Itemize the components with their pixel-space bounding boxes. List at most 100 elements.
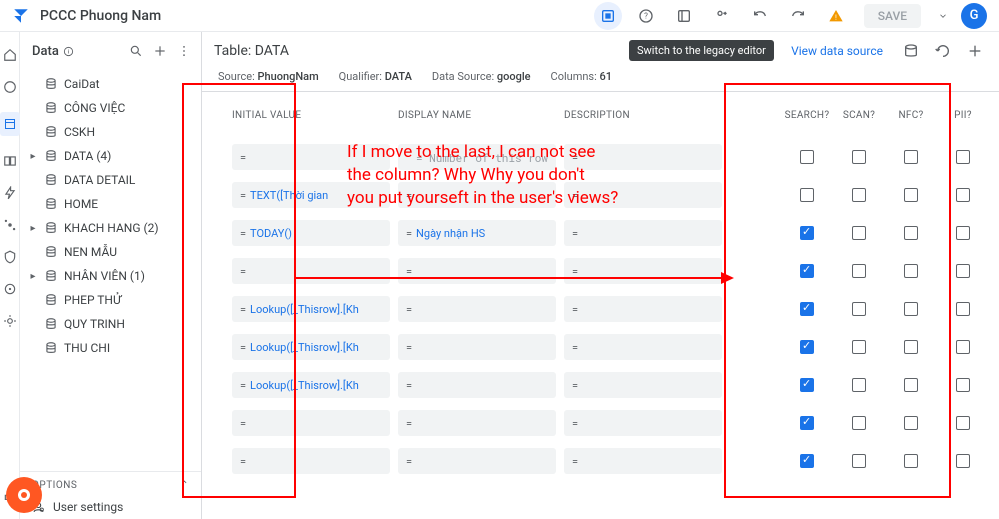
formula-cell[interactable]: =: [232, 410, 390, 436]
nfc-checkbox[interactable]: [885, 264, 937, 278]
sidebar-item[interactable]: NEN MẪU: [20, 240, 201, 264]
nfc-checkbox[interactable]: [885, 378, 937, 392]
more-icon[interactable]: [175, 42, 193, 60]
data-icon[interactable]: [0, 112, 20, 136]
sidebar-item[interactable]: THU CHI: [20, 336, 201, 360]
formula-cell[interactable]: =Lookup([_Thisrow].[Kh: [232, 296, 390, 322]
sidebar-options: OPTIONS⌃ User settings: [20, 471, 201, 519]
formula-cell[interactable]: =: [564, 296, 722, 322]
save-dropdown-icon[interactable]: [935, 2, 951, 30]
actions-icon[interactable]: [3, 186, 17, 200]
save-button[interactable]: SAVE: [864, 4, 921, 28]
formula-cell[interactable]: =Lookup([_Thisrow].[Kh: [232, 334, 390, 360]
options-header[interactable]: OPTIONS⌃: [20, 472, 201, 495]
scan-checkbox[interactable]: [833, 340, 885, 354]
share-icon[interactable]: [708, 2, 736, 30]
search-checkbox[interactable]: [781, 378, 833, 392]
formula-cell[interactable]: =: [232, 258, 390, 284]
refresh-icon[interactable]: [931, 39, 955, 63]
redo-icon[interactable]: [784, 2, 812, 30]
nfc-checkbox[interactable]: [885, 340, 937, 354]
nfc-checkbox[interactable]: [885, 416, 937, 430]
user-avatar[interactable]: G: [961, 3, 987, 29]
user-settings-item[interactable]: User settings: [20, 495, 201, 519]
feedback-badge-icon[interactable]: [6, 477, 42, 513]
sidebar-item[interactable]: ▸KHACH HANG (2): [20, 216, 201, 240]
sidebar-item[interactable]: DATA DETAIL: [20, 168, 201, 192]
nfc-checkbox[interactable]: [885, 454, 937, 468]
intelligence-icon[interactable]: [3, 282, 17, 296]
search-checkbox[interactable]: [781, 454, 833, 468]
nfc-checkbox[interactable]: [885, 302, 937, 316]
sidebar-item[interactable]: QUY TRINH: [20, 312, 201, 336]
undo-icon[interactable]: [746, 2, 774, 30]
search-checkbox[interactable]: [781, 188, 833, 202]
sidebar-item[interactable]: CSKH: [20, 120, 201, 144]
pii-checkbox[interactable]: [937, 378, 989, 392]
scan-checkbox[interactable]: [833, 226, 885, 240]
nfc-checkbox[interactable]: [885, 150, 937, 164]
pii-checkbox[interactable]: [937, 302, 989, 316]
formula-cell[interactable]: =: [564, 258, 722, 284]
add-column-icon[interactable]: [963, 39, 987, 63]
formula-cell[interactable]: =: [564, 372, 722, 398]
search-checkbox[interactable]: [781, 416, 833, 430]
formula-cell[interactable]: =: [398, 296, 556, 322]
scan-checkbox[interactable]: [833, 150, 885, 164]
pii-checkbox[interactable]: [937, 226, 989, 240]
scan-checkbox[interactable]: [833, 416, 885, 430]
view-data-source-link[interactable]: View data source: [783, 40, 891, 62]
formula-cell[interactable]: =Lookup([_Thisrow].[Kh: [232, 372, 390, 398]
views-icon[interactable]: [3, 154, 17, 168]
add-icon[interactable]: [151, 42, 169, 60]
search-icon[interactable]: [127, 42, 145, 60]
pii-checkbox[interactable]: [937, 150, 989, 164]
manage-icon[interactable]: [3, 314, 17, 328]
sidebar-item[interactable]: CÔNG VIỆC: [20, 96, 201, 120]
columns-icon[interactable]: [899, 39, 923, 63]
help-icon[interactable]: ?: [632, 2, 660, 30]
pii-checkbox[interactable]: [937, 416, 989, 430]
search-checkbox[interactable]: [781, 150, 833, 164]
sidebar-item[interactable]: CaiDat: [20, 72, 201, 96]
formula-cell[interactable]: =: [564, 334, 722, 360]
formula-cell[interactable]: =: [398, 410, 556, 436]
sidebar-tree: CaiDatCÔNG VIỆCCSKH▸DATA (4)DATA DETAILH…: [20, 70, 201, 471]
search-checkbox[interactable]: [781, 226, 833, 240]
formula-cell[interactable]: =: [232, 448, 390, 474]
scan-checkbox[interactable]: [833, 454, 885, 468]
info-icon[interactable]: [3, 80, 17, 94]
pii-checkbox[interactable]: [937, 264, 989, 278]
scan-checkbox[interactable]: [833, 378, 885, 392]
legacy-editor-toggle-icon[interactable]: [594, 2, 622, 30]
pii-checkbox[interactable]: [937, 340, 989, 354]
warning-icon[interactable]: !: [822, 2, 850, 30]
scan-checkbox[interactable]: [833, 264, 885, 278]
automation-icon[interactable]: [3, 218, 17, 232]
formula-cell[interactable]: =TODAY(): [232, 220, 390, 246]
search-checkbox[interactable]: [781, 264, 833, 278]
formula-cell[interactable]: =: [398, 258, 556, 284]
scan-checkbox[interactable]: [833, 302, 885, 316]
sidebar-item[interactable]: PHEP THỬ: [20, 288, 201, 312]
nfc-checkbox[interactable]: [885, 188, 937, 202]
security-icon[interactable]: [3, 250, 17, 264]
sidebar-item[interactable]: HOME: [20, 192, 201, 216]
home-icon[interactable]: [3, 48, 17, 62]
search-checkbox[interactable]: [781, 340, 833, 354]
formula-cell[interactable]: =: [564, 410, 722, 436]
scan-checkbox[interactable]: [833, 188, 885, 202]
formula-cell[interactable]: =: [564, 448, 722, 474]
formula-cell[interactable]: =: [398, 448, 556, 474]
nfc-checkbox[interactable]: [885, 226, 937, 240]
sidebar-item[interactable]: ▸NHÂN VIÊN (1): [20, 264, 201, 288]
formula-cell[interactable]: =: [398, 372, 556, 398]
preview-icon[interactable]: [670, 2, 698, 30]
formula-cell[interactable]: =Ngày nhận HS: [398, 220, 556, 246]
pii-checkbox[interactable]: [937, 454, 989, 468]
search-checkbox[interactable]: [781, 302, 833, 316]
formula-cell[interactable]: =: [398, 334, 556, 360]
formula-cell[interactable]: =: [564, 220, 722, 246]
sidebar-item[interactable]: ▸DATA (4): [20, 144, 201, 168]
pii-checkbox[interactable]: [937, 188, 989, 202]
